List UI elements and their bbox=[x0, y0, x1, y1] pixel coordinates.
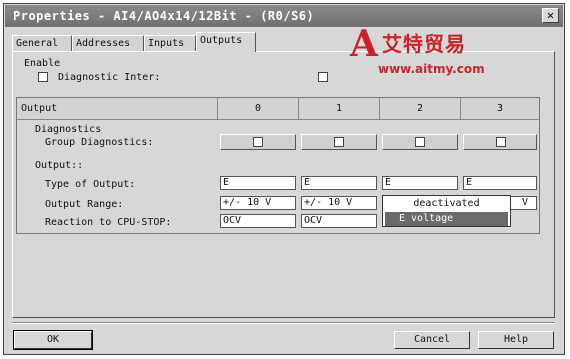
type-of-output-field-1[interactable]: E bbox=[301, 176, 377, 190]
diagnostic-interrupt-label: Diagnostic Inter: bbox=[58, 72, 161, 83]
group-diagnostics-checkbox-3[interactable] bbox=[496, 137, 506, 147]
diagnostic-interrupt-checkbox[interactable] bbox=[38, 72, 48, 82]
dropdown-option-deactivated[interactable]: deactivated bbox=[385, 197, 508, 211]
reaction-field-1[interactable]: OCV bbox=[301, 214, 377, 228]
column-header-output: Output bbox=[17, 98, 218, 120]
output-section-label: Output:: bbox=[35, 160, 84, 171]
tab-inputs[interactable]: Inputs bbox=[144, 35, 196, 51]
logo-name: 艾特贸易 bbox=[382, 32, 466, 56]
help-button[interactable]: Help bbox=[478, 331, 554, 349]
enable-group-label: Enable bbox=[24, 58, 61, 69]
cancel-button[interactable]: Cancel bbox=[394, 331, 470, 349]
enable-checkbox-2[interactable] bbox=[318, 72, 328, 82]
watermark-logo: A 艾特贸易 www.aitmy.com bbox=[350, 26, 500, 86]
column-header-channel-2: 2 bbox=[380, 98, 461, 120]
group-diagnostics-cell-1[interactable] bbox=[301, 134, 377, 150]
tab-general[interactable]: General bbox=[12, 35, 72, 51]
type-of-output-field-2[interactable]: E bbox=[382, 176, 458, 190]
logo-mark: A bbox=[350, 23, 378, 65]
diagnostics-section-label: Diagnostics bbox=[35, 124, 102, 135]
type-of-output-field-3[interactable]: E bbox=[463, 176, 537, 190]
group-diagnostics-cell-3[interactable] bbox=[463, 134, 537, 150]
group-diagnostics-checkbox-2[interactable] bbox=[415, 137, 425, 147]
output-type-dropdown-list: deactivated E voltage bbox=[382, 195, 511, 227]
group-diagnostics-checkbox-1[interactable] bbox=[334, 137, 344, 147]
ok-button[interactable]: OK bbox=[13, 330, 93, 350]
close-button[interactable]: ✕ bbox=[542, 8, 559, 23]
output-range-field-1[interactable]: +/- 10 V bbox=[301, 196, 377, 210]
output-range-label: Output Range: bbox=[45, 199, 124, 210]
group-diagnostics-cell-0[interactable] bbox=[220, 134, 296, 150]
group-diagnostics-cell-2[interactable] bbox=[382, 134, 458, 150]
window-title: Properties - AI4/AO4x14/12Bit - (R0/S6) bbox=[13, 9, 315, 23]
reaction-cpu-stop-label: Reaction to CPU-STOP: bbox=[45, 217, 172, 228]
logo-url: www.aitmy.com bbox=[378, 62, 485, 76]
output-range-field-0[interactable]: +/- 10 V bbox=[220, 196, 296, 210]
button-separator bbox=[12, 322, 555, 324]
tab-outputs[interactable]: Outputs bbox=[196, 32, 256, 52]
title-bar: Properties - AI4/AO4x14/12Bit - (R0/S6) … bbox=[5, 5, 563, 27]
group-diagnostics-label: Group Diagnostics: bbox=[45, 137, 154, 148]
column-header-channel-3: 3 bbox=[461, 98, 539, 120]
group-diagnostics-checkbox-0[interactable] bbox=[253, 137, 263, 147]
dropdown-option-e-voltage[interactable]: E voltage bbox=[385, 212, 508, 226]
column-header-channel-0: 0 bbox=[218, 98, 299, 120]
type-of-output-field-0[interactable]: E bbox=[220, 176, 296, 190]
close-icon: ✕ bbox=[546, 8, 555, 22]
reaction-field-0[interactable]: OCV bbox=[220, 214, 296, 228]
column-header-channel-1: 1 bbox=[299, 98, 380, 120]
type-of-output-label: Type of Output: bbox=[45, 179, 136, 190]
tab-addresses[interactable]: Addresses bbox=[72, 35, 144, 51]
